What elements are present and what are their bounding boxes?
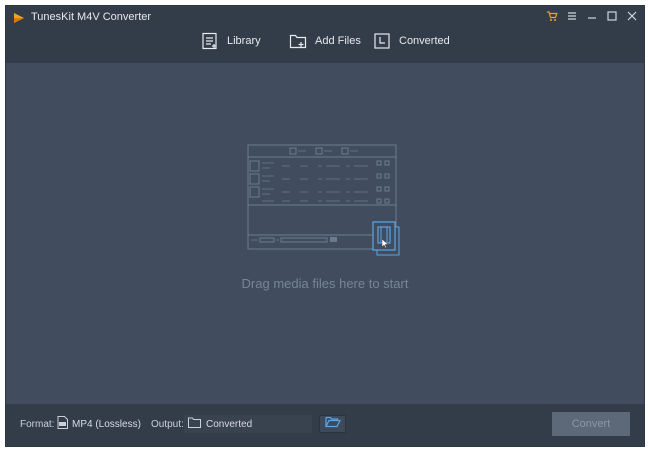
library-button[interactable]: Library — [201, 30, 261, 52]
format-selector[interactable]: MP4 (Lossless) — [57, 415, 141, 433]
format-value: MP4 (Lossless) — [72, 418, 141, 430]
menu-icon[interactable] — [566, 10, 578, 22]
converted-icon — [373, 32, 391, 50]
window-controls — [546, 8, 638, 24]
converted-label: Converted — [399, 35, 450, 47]
output-label: Output: — [151, 419, 184, 430]
open-folder-icon — [324, 415, 341, 433]
convert-button[interactable]: Convert — [552, 412, 630, 436]
add-files-button[interactable]: Add Files — [289, 30, 361, 52]
library-icon — [201, 32, 219, 50]
browse-output-button[interactable] — [319, 415, 346, 433]
app-window: TunesKit M4V Converter Library Add Files… — [5, 5, 645, 447]
add-folder-icon — [289, 32, 307, 50]
drop-zone[interactable]: Drag media files here to start — [6, 63, 644, 404]
output-value: Converted — [206, 418, 253, 430]
cart-icon[interactable] — [546, 10, 558, 22]
format-label: Format: — [20, 419, 55, 430]
drag-illustration — [246, 143, 421, 258]
add-files-label: Add Files — [315, 35, 361, 47]
minimize-icon[interactable] — [586, 10, 598, 22]
library-label: Library — [227, 35, 261, 47]
app-title: TunesKit M4V Converter — [31, 11, 152, 23]
close-icon[interactable] — [626, 10, 638, 22]
maximize-icon[interactable] — [606, 10, 618, 22]
bottom-bar: Format: MP4 (Lossless) Output: Converted… — [6, 404, 644, 446]
converted-button[interactable]: Converted — [373, 30, 450, 52]
folder-icon — [188, 417, 201, 431]
title-bar: TunesKit M4V Converter Library Add Files… — [6, 6, 644, 63]
toolbar: Library Add Files Converted — [6, 26, 644, 56]
app-logo-icon — [13, 11, 25, 23]
drag-hint-text: Drag media files here to start — [241, 276, 409, 291]
mp4-file-icon — [57, 416, 68, 432]
output-path-field[interactable]: Converted — [184, 415, 312, 433]
